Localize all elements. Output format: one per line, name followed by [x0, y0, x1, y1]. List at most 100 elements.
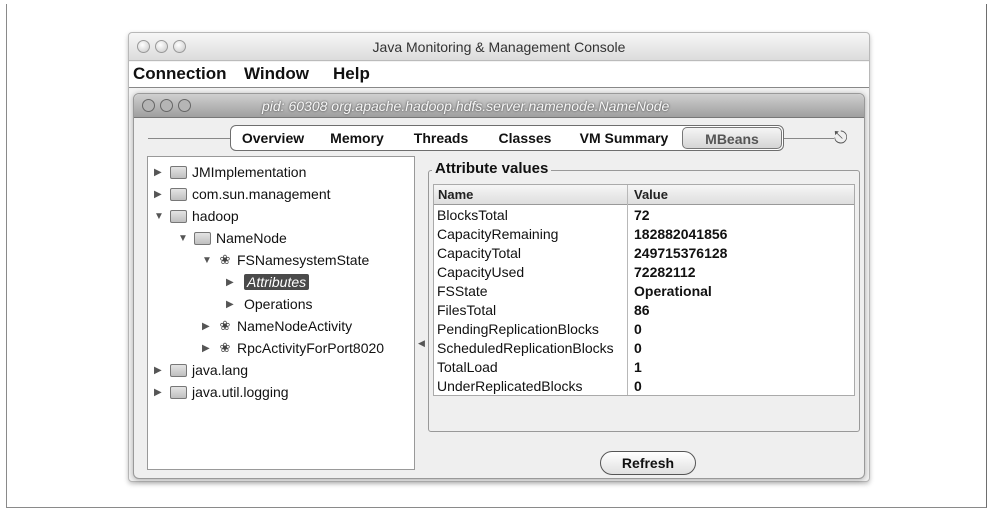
tab-overview[interactable]: Overview	[231, 126, 315, 150]
title-bar: Java Monitoring & Management Console	[129, 33, 869, 61]
tree-node-attributes[interactable]: ▶ Attributes	[226, 271, 310, 293]
tab-bar: Overview Memory Threads Classes VM Summa…	[230, 125, 784, 151]
tree-node-label: RpcActivityForPort8020	[237, 340, 385, 356]
attribute-value: 0	[634, 340, 642, 356]
mbean-icon: ❀	[219, 340, 231, 355]
attribute-table: Name Value BlocksTotal 72 CapacityRemain…	[433, 184, 855, 396]
collapsed-triangle-icon[interactable]: ▶	[154, 167, 166, 178]
connection-window: pid: 60308 org.apache.hadoop.hdfs.server…	[133, 93, 865, 479]
zoom-connection-icon[interactable]	[178, 99, 191, 112]
table-row[interactable]: CapacityRemaining 182882041856	[434, 225, 854, 244]
attribute-value: Operational	[634, 283, 712, 299]
mbean-icon: ❀	[219, 252, 231, 267]
table-row[interactable]: FSState Operational	[434, 282, 854, 301]
table-row[interactable]: UnderReplicatedBlocks 0	[434, 377, 854, 396]
attribute-value: 0	[634, 321, 642, 337]
tree-node-java-lang[interactable]: ▶ java.lang	[154, 359, 248, 381]
attribute-name: ScheduledReplicationBlocks	[437, 340, 614, 356]
tree-node-jmimplementation[interactable]: ▶ JMImplementation	[154, 161, 306, 183]
tab-memory[interactable]: Memory	[315, 126, 399, 150]
tree-node-namenode[interactable]: ▼ NameNode	[178, 227, 287, 249]
menu-bar: Connection Window Help	[129, 62, 869, 88]
attribute-value: 72282112	[634, 264, 696, 280]
menu-connection[interactable]: Connection	[133, 64, 227, 84]
attribute-name: CapacityTotal	[437, 245, 522, 261]
folder-icon	[170, 385, 187, 399]
folder-icon	[170, 187, 187, 201]
folder-icon	[170, 209, 187, 223]
table-header: Name Value	[434, 185, 854, 205]
tree-node-label: JMImplementation	[192, 164, 307, 180]
tree-node-com-sun-management[interactable]: ▶ com.sun.management	[154, 183, 331, 205]
split-pane-divider-handle[interactable]: ◀	[418, 338, 425, 349]
attribute-values-title: Attribute values	[432, 160, 552, 177]
collapsed-triangle-icon[interactable]: ▶	[154, 387, 166, 398]
folder-icon	[194, 231, 211, 245]
collapsed-triangle-icon[interactable]: ▶	[202, 343, 214, 354]
table-row[interactable]: CapacityTotal 249715376128	[434, 244, 854, 263]
table-row[interactable]: CapacityUsed 72282112	[434, 263, 854, 282]
tree-node-label: FSNamesystemState	[237, 252, 370, 268]
tab-threads[interactable]: Threads	[399, 126, 483, 150]
table-row[interactable]: FilesTotal 86	[434, 301, 854, 320]
main-window: Java Monitoring & Management Console Con…	[128, 32, 870, 482]
attribute-name: CapacityUsed	[437, 264, 525, 280]
attribute-value: 72	[634, 207, 650, 223]
attribute-name: FSState	[437, 283, 488, 299]
connection-plug-icon[interactable]: ⎋	[834, 128, 847, 148]
tree-node-label: NameNode	[216, 230, 287, 246]
table-row[interactable]: BlocksTotal 72	[434, 206, 854, 225]
collapsed-triangle-icon[interactable]: ▶	[154, 365, 166, 376]
tab-mbeans[interactable]: MBeans	[682, 127, 782, 149]
tree-node-label: java.lang	[192, 362, 249, 378]
tab-divider-right	[784, 138, 834, 139]
tree-node-hadoop[interactable]: ▼ hadoop	[154, 205, 239, 227]
column-header-name[interactable]: Name	[438, 187, 473, 202]
tree-node-java-util-logging[interactable]: ▶ java.util.logging	[154, 381, 289, 403]
table-row[interactable]: PendingReplicationBlocks 0	[434, 320, 854, 339]
attribute-name: PendingReplicationBlocks	[437, 321, 599, 337]
table-row[interactable]: TotalLoad 1	[434, 358, 854, 377]
connection-title: pid: 60308 org.apache.hadoop.hdfs.server…	[262, 98, 670, 114]
attribute-name: BlocksTotal	[437, 207, 508, 223]
mbean-tree: ▶ JMImplementation ▶ com.sun.management …	[147, 156, 415, 470]
window-title: Java Monitoring & Management Console	[372, 39, 626, 55]
table-row[interactable]: ScheduledReplicationBlocks 0	[434, 339, 854, 358]
attribute-value: 249715376128	[634, 245, 728, 261]
attribute-value: 0	[634, 378, 642, 394]
tree-node-rpcactivityforport8020[interactable]: ▶ ❀ RpcActivityForPort8020	[202, 337, 384, 359]
collapsed-triangle-icon[interactable]: ▶	[226, 277, 238, 288]
tree-node-label: Operations	[244, 296, 313, 312]
tree-node-operations[interactable]: ▶ Operations	[226, 293, 312, 315]
tab-vm-summary[interactable]: VM Summary	[567, 126, 681, 150]
attribute-value: 182882041856	[634, 226, 728, 242]
attribute-name: FilesTotal	[437, 302, 497, 318]
collapsed-triangle-icon[interactable]: ▶	[226, 299, 238, 310]
tree-node-label: hadoop	[192, 208, 239, 224]
tree-node-label: Attributes	[244, 274, 310, 290]
menu-window[interactable]: Window	[244, 64, 309, 84]
expanded-triangle-icon[interactable]: ▼	[202, 255, 214, 266]
close-connection-icon[interactable]	[142, 99, 155, 112]
tree-node-namenodeactivity[interactable]: ▶ ❀ NameNodeActivity	[202, 315, 352, 337]
tree-node-fsnamesystemstate[interactable]: ▼ ❀ FSNamesystemState	[202, 249, 369, 271]
menu-help[interactable]: Help	[333, 64, 370, 84]
attribute-name: UnderReplicatedBlocks	[437, 378, 583, 394]
attribute-name: TotalLoad	[437, 359, 498, 375]
connection-title-bar: pid: 60308 org.apache.hadoop.hdfs.server…	[134, 94, 864, 118]
tab-divider-left	[148, 138, 230, 139]
expanded-triangle-icon[interactable]: ▼	[154, 211, 166, 222]
minimize-connection-icon[interactable]	[160, 99, 173, 112]
tree-node-label: java.util.logging	[192, 384, 289, 400]
expanded-triangle-icon[interactable]: ▼	[178, 233, 190, 244]
mbean-icon: ❀	[219, 318, 231, 333]
tree-node-label: NameNodeActivity	[237, 318, 353, 334]
collapsed-triangle-icon[interactable]: ▶	[202, 321, 214, 332]
column-header-value[interactable]: Value	[634, 187, 668, 202]
collapsed-triangle-icon[interactable]: ▶	[154, 189, 166, 200]
folder-icon	[170, 165, 187, 179]
tab-classes[interactable]: Classes	[483, 126, 567, 150]
refresh-button[interactable]: Refresh	[600, 451, 696, 475]
attribute-name: CapacityRemaining	[437, 226, 559, 242]
tree-node-label: com.sun.management	[192, 186, 331, 202]
